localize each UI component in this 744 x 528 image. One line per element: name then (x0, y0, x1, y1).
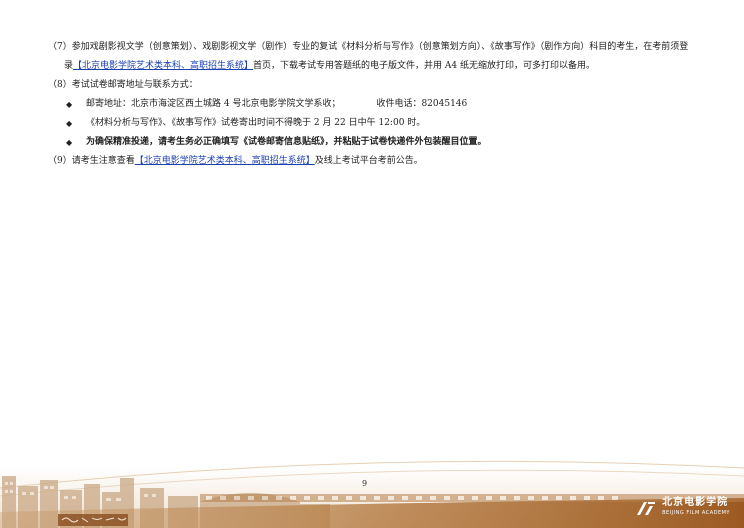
item-7-line-1: （7）参加戏剧影视文学（创意策划）、戏剧影视文学（剧作）专业的复试《材料分析与写… (48, 42, 689, 52)
item-9-line: （9）请考生注意查看【北京电影学院艺术类本科、高职招生系统】及线上考试平台考前公… (48, 152, 712, 171)
recipient-phone: 收件电话：82045146 (376, 99, 468, 109)
item-9-prefix: （9）请考生注意查看 (48, 156, 135, 166)
sticker-notice: 为确保精准投递，请考生务必正确填写《试卷邮寄信息贴纸》，并粘贴于试卷快递件外包装… (86, 137, 487, 147)
bullet-icon: ◆ (66, 100, 73, 109)
mailing-deadline: 《材料分析与写作》、《故事写作》试卷寄出时间不得晚于 2 月 22 日中午 12… (86, 118, 426, 128)
page-number: 9 (362, 479, 368, 488)
bullet-deadline: ◆ 《材料分析与写作》、《故事写作》试卷寄出时间不得晚于 2 月 22 日中午 … (48, 114, 712, 133)
bullet-icon: ◆ (66, 119, 73, 128)
item-7-line-2: 录【北京电影学院艺术类本科、高职招生系统】首页，下载考试专用答题纸的电子版文件，… (48, 57, 712, 76)
admission-system-link[interactable]: 【北京电影学院艺术类本科、高职招生系统】 (73, 61, 253, 71)
item-7-suffix: 首页，下载考试专用答题纸的电子版文件，并用 A4 纸无缩放打印，可多打印以备用。 (253, 61, 595, 71)
logo-chinese-name: 北京电影学院 (662, 497, 729, 508)
item-7-prefix: 录 (64, 61, 74, 71)
item-8-title: （8）考试试卷邮寄地址与联系方式： (48, 80, 198, 90)
film-academy-icon (637, 502, 656, 515)
footer-decoration (0, 460, 744, 528)
calligraphy-plate (58, 514, 128, 526)
logo-english-name: BEIJING FILM ACADEMY (662, 510, 730, 516)
document-page: （7）参加戏剧影视文学（创意策划）、戏剧影视文学（剧作）专业的复试《材料分析与写… (0, 0, 744, 528)
notice-content: （7）参加戏剧影视文学（创意策划）、戏剧影视文学（剧作）专业的复试《材料分析与写… (48, 38, 712, 171)
bullet-icon: ◆ (66, 137, 73, 147)
academy-logo: 北京电影学院 BEIJING FILM ACADEMY (636, 498, 730, 518)
mailing-address: 邮寄地址：北京市海淀区西土城路 4 号北京电影学院文学系收； (86, 99, 341, 109)
item-9-suffix: 及线上考试平台考前公告。 (314, 156, 423, 166)
bullet-mailing-address: ◆ 邮寄地址：北京市海淀区西土城路 4 号北京电影学院文学系收； 收件电话：820… (48, 95, 712, 114)
admission-system-link-2[interactable]: 【北京电影学院艺术类本科、高职招生系统】 (135, 156, 315, 166)
bullet-sticker-notice: ◆ 为确保精准投递，请考生务必正确填写《试卷邮寄信息贴纸》，并粘贴于试卷快递件外… (48, 133, 712, 152)
